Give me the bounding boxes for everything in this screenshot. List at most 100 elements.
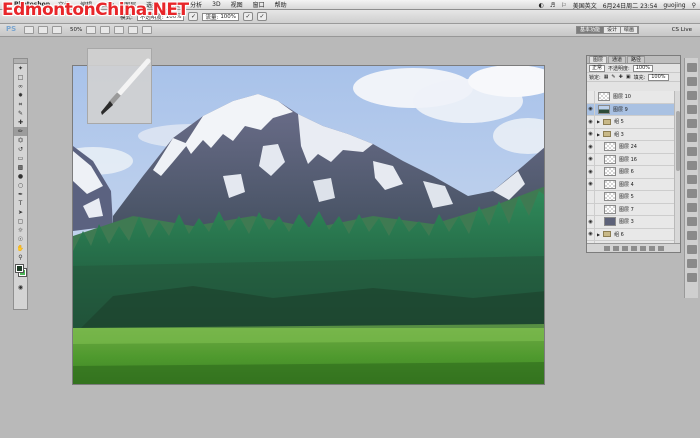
visibility-eye-icon[interactable]: ◉ bbox=[587, 115, 595, 128]
move-tool-icon[interactable]: ✦ bbox=[14, 64, 27, 73]
workspace-design[interactable]: 设计 bbox=[604, 27, 622, 33]
swatches-panel-icon[interactable] bbox=[686, 77, 697, 86]
color-panel-icon[interactable] bbox=[686, 63, 697, 72]
layer-row[interactable]: ◉ 图层 3 bbox=[587, 215, 675, 229]
clone-source-icon[interactable] bbox=[686, 175, 697, 184]
layers-scrollbar[interactable] bbox=[674, 91, 680, 245]
eraser-tool-icon[interactable]: ▭ bbox=[14, 154, 27, 163]
layer-group-row[interactable]: ◉ ▶ 组 3 bbox=[587, 128, 675, 141]
layer-row[interactable]: 图层 7 bbox=[587, 203, 675, 216]
lasso-tool-icon[interactable]: ∞ bbox=[14, 82, 27, 91]
menu-window[interactable]: 窗口 bbox=[253, 0, 265, 9]
input-source[interactable]: 美国英文 bbox=[573, 1, 597, 10]
adjustment-layer-icon[interactable] bbox=[630, 245, 637, 251]
foreground-color-swatch[interactable] bbox=[15, 264, 24, 273]
clock[interactable]: 6月24日周二 23:54 bbox=[603, 1, 658, 10]
info-panel-icon[interactable] bbox=[686, 203, 697, 212]
layer-group-row[interactable]: ◉ ▶ 组 5 bbox=[587, 115, 675, 129]
visibility-eye-icon[interactable]: ◉ bbox=[587, 103, 595, 116]
actions-panel-icon[interactable] bbox=[686, 231, 697, 240]
menu-analysis[interactable]: 分析 bbox=[190, 0, 202, 9]
quick-select-tool-icon[interactable]: ✸ bbox=[14, 91, 27, 100]
brush-tool-icon[interactable]: ✏ bbox=[14, 127, 27, 136]
visibility-eye-icon[interactable]: ◉ bbox=[587, 153, 595, 166]
trash-icon[interactable] bbox=[657, 245, 664, 251]
type-tool-icon[interactable]: T bbox=[14, 199, 27, 208]
histogram-panel-icon[interactable] bbox=[686, 217, 697, 226]
fill-field[interactable]: 100% bbox=[648, 73, 669, 81]
layer-row[interactable]: ◉ 图层 6 bbox=[587, 165, 675, 179]
visibility-eye-icon[interactable]: ◉ bbox=[587, 228, 595, 241]
layer-group-row[interactable]: ◉ ▶ 组 6 bbox=[587, 228, 675, 241]
crop-tool-icon[interactable]: ⌗ bbox=[14, 100, 27, 109]
masks-panel-icon[interactable] bbox=[686, 119, 697, 128]
shape-tool-icon[interactable]: ▢ bbox=[14, 217, 27, 226]
screen-mode-button[interactable] bbox=[142, 26, 153, 34]
layers-scroll-thumb[interactable] bbox=[676, 111, 680, 171]
visibility-eye-icon[interactable] bbox=[587, 91, 595, 103]
expand-triangle-icon[interactable]: ▶ bbox=[597, 119, 600, 124]
lock-pixels-icon[interactable]: ✎ bbox=[611, 74, 615, 80]
mini-bridge-button[interactable] bbox=[38, 26, 48, 34]
lock-transparency-icon[interactable]: ▦ bbox=[604, 74, 609, 80]
visibility-eye-icon[interactable]: ◉ bbox=[587, 215, 595, 228]
arrange-documents-button[interactable] bbox=[128, 26, 139, 34]
wifi-icon[interactable]: ◐ bbox=[539, 2, 544, 9]
layer-row[interactable]: ◉ 图层 9 bbox=[587, 103, 675, 116]
workspace-painting[interactable]: 绘画 bbox=[621, 27, 639, 33]
user-name[interactable]: guojing bbox=[663, 2, 685, 9]
workspace-essentials[interactable]: 基本功能 bbox=[577, 27, 605, 33]
new-group-icon[interactable] bbox=[639, 245, 646, 251]
view-extras-button[interactable] bbox=[52, 26, 62, 34]
brush-panel-icon[interactable] bbox=[686, 147, 697, 156]
volume-icon[interactable]: ♬ bbox=[550, 2, 555, 9]
cs-live-button[interactable]: CS Live bbox=[672, 27, 692, 33]
rotate-view-button[interactable] bbox=[114, 26, 125, 34]
layer-opacity-field[interactable]: 100% bbox=[632, 64, 653, 72]
pressure-size-icon[interactable]: ✓ bbox=[257, 12, 268, 21]
dodge-tool-icon[interactable]: ○ bbox=[14, 181, 27, 190]
pen-tool-icon[interactable]: ✒ bbox=[14, 190, 27, 199]
layer-row[interactable]: ◉ 图层 16 bbox=[587, 153, 675, 166]
history-panel-icon[interactable] bbox=[686, 133, 697, 142]
brush-presets-icon[interactable] bbox=[686, 161, 697, 170]
eyedropper-tool-icon[interactable]: ✎ bbox=[14, 109, 27, 118]
paths-panel-icon[interactable] bbox=[686, 273, 697, 282]
visibility-eye-icon[interactable]: ◉ bbox=[587, 178, 595, 191]
flag-icon[interactable]: ⚐ bbox=[561, 2, 566, 9]
layer-row[interactable]: 图层 5 bbox=[587, 190, 675, 204]
airbrush-icon[interactable]: ✓ bbox=[243, 12, 254, 21]
layer-row[interactable]: ◉ 图层 4 bbox=[587, 178, 675, 191]
add-mask-icon[interactable] bbox=[621, 245, 628, 251]
tab-paths[interactable]: 路径 bbox=[627, 56, 646, 63]
clone-stamp-tool-icon[interactable]: ⏣ bbox=[14, 136, 27, 145]
quick-mask-icon[interactable]: ◉ bbox=[14, 283, 27, 292]
3d-rotate-tool-icon[interactable]: ☼ bbox=[14, 226, 27, 235]
zoom-tool-icon[interactable]: ⚲ bbox=[14, 253, 27, 262]
layers-panel-icon[interactable] bbox=[686, 245, 697, 254]
tab-channels[interactable]: 通道 bbox=[608, 56, 627, 63]
flow-field[interactable]: 流量: 100% bbox=[202, 12, 240, 21]
channels-panel-icon[interactable] bbox=[686, 259, 697, 268]
marquee-tool-icon[interactable]: □ bbox=[14, 73, 27, 82]
expand-triangle-icon[interactable]: ▶ bbox=[597, 232, 600, 237]
healing-brush-tool-icon[interactable]: ✚ bbox=[14, 118, 27, 127]
expand-triangle-icon[interactable]: ▶ bbox=[597, 132, 600, 137]
zoom-tool-button[interactable] bbox=[100, 26, 111, 34]
hand-tool-button[interactable] bbox=[86, 26, 97, 34]
menu-help[interactable]: 帮助 bbox=[275, 0, 287, 9]
lock-position-icon[interactable]: ✚ bbox=[619, 74, 623, 80]
styles-panel-icon[interactable] bbox=[686, 91, 697, 100]
3d-orbit-tool-icon[interactable]: ☉ bbox=[14, 235, 27, 244]
new-layer-icon[interactable] bbox=[648, 245, 655, 251]
gradient-tool-icon[interactable]: ▩ bbox=[14, 163, 27, 172]
visibility-eye-icon[interactable]: ◉ bbox=[587, 165, 595, 178]
visibility-eye-icon[interactable] bbox=[587, 190, 595, 203]
spotlight-icon[interactable]: ⚲ bbox=[692, 2, 696, 9]
layer-row[interactable]: 图层 10 bbox=[587, 91, 675, 104]
link-layers-icon[interactable] bbox=[603, 245, 610, 251]
tab-layers[interactable]: 图层 bbox=[589, 56, 608, 63]
visibility-eye-icon[interactable]: ◉ bbox=[587, 128, 595, 141]
adjustments-panel-icon[interactable] bbox=[686, 105, 697, 114]
layer-style-icon[interactable] bbox=[612, 245, 619, 251]
